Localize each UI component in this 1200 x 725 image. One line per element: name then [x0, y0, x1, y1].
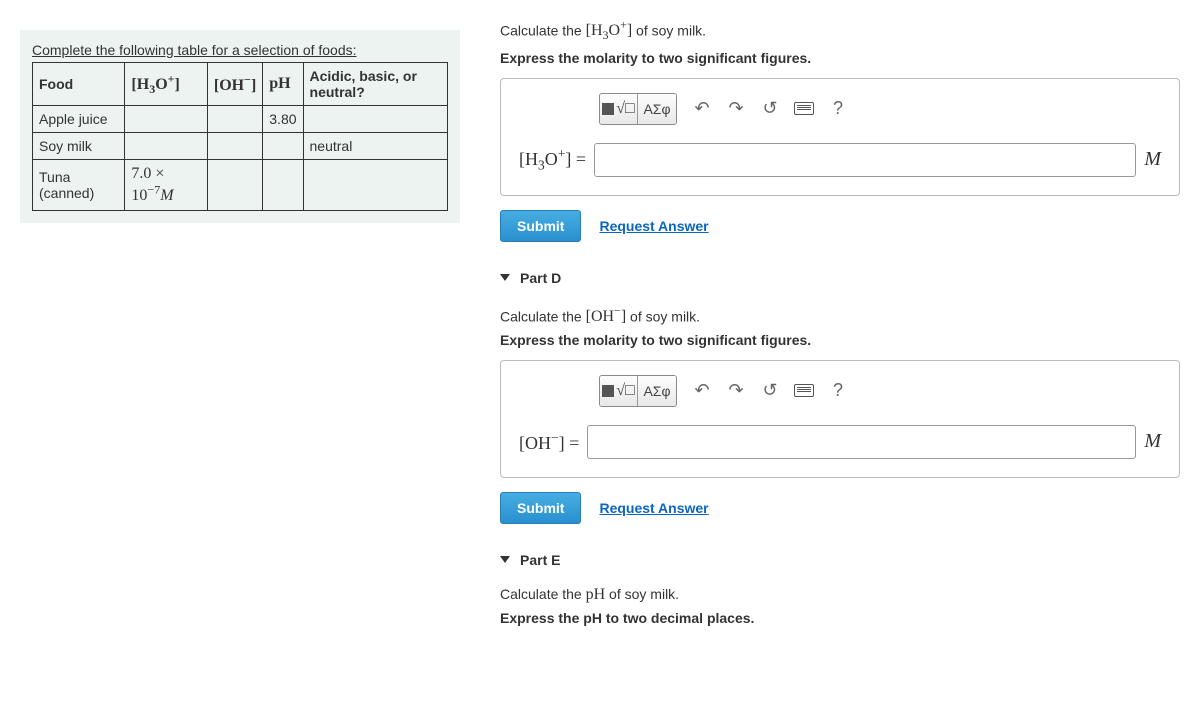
th-h3o: [H3O+] [125, 63, 207, 106]
submit-button-d[interactable]: Submit [500, 492, 581, 524]
templates-button[interactable]: √□ [600, 94, 638, 124]
part-c-prompt: Calculate the [H3O+] of soy milk. [500, 18, 1180, 44]
question-table-panel: Complete the following table for a selec… [20, 30, 460, 223]
equation-toolbar: √□ ΑΣφ ↶ ↷ ↺ ? [599, 375, 855, 407]
templates-button[interactable]: √□ [600, 376, 638, 406]
greek-button[interactable]: ΑΣφ [638, 94, 676, 124]
redo-button[interactable]: ↷ [719, 376, 753, 406]
part-d-title: Part D [520, 270, 561, 286]
chevron-down-icon [500, 556, 510, 563]
help-button[interactable]: ? [821, 376, 855, 406]
part-d-prompt: Calculate the [OH−] of soy milk. [500, 304, 1180, 326]
unit-c: M [1144, 148, 1161, 171]
reset-button[interactable]: ↺ [753, 376, 787, 406]
equation-toolbar: √□ ΑΣφ ↶ ↷ ↺ ? [599, 93, 855, 125]
part-d-section: Calculate the [OH−] of soy milk. Express… [500, 304, 1180, 524]
cell-oh [207, 133, 262, 160]
unit-d: M [1144, 430, 1161, 453]
cell-abn [303, 106, 447, 133]
cell-h3o [125, 133, 207, 160]
th-abn: Acidic, basic, or neutral? [303, 63, 447, 106]
redo-button[interactable]: ↷ [719, 94, 753, 124]
table-row: Soy milk neutral [33, 133, 448, 160]
help-button[interactable]: ? [821, 94, 855, 124]
answer-input-c[interactable] [594, 143, 1136, 177]
cell-abn: neutral [303, 133, 447, 160]
greek-button[interactable]: ΑΣφ [638, 376, 676, 406]
part-e-prompt: Calculate the pH of soy milk. [500, 586, 1180, 604]
cell-abn [303, 160, 447, 211]
request-answer-link-c[interactable]: Request Answer [599, 218, 708, 234]
th-oh: [OH−] [207, 63, 262, 106]
answer-input-d[interactable] [587, 425, 1136, 459]
keyboard-button[interactable] [787, 376, 821, 406]
cell-ph: 3.80 [263, 106, 303, 133]
keyboard-button[interactable] [787, 94, 821, 124]
undo-button[interactable]: ↶ [685, 94, 719, 124]
answer-label-c: [H3O+] = [519, 146, 586, 174]
table-row: Tuna (canned) 7.0 × 10−7M [33, 160, 448, 211]
undo-button[interactable]: ↶ [685, 376, 719, 406]
cell-food: Apple juice [33, 106, 125, 133]
th-food: Food [33, 63, 125, 106]
answer-box-d: √□ ΑΣφ ↶ ↷ ↺ ? [OH−] = M [500, 360, 1180, 478]
table-row: Apple juice 3.80 [33, 106, 448, 133]
cell-h3o [125, 106, 207, 133]
cell-ph [263, 133, 303, 160]
request-answer-link-d[interactable]: Request Answer [599, 500, 708, 516]
table-caption: Complete the following table for a selec… [32, 42, 448, 58]
part-e-header[interactable]: Part E [500, 552, 1180, 568]
part-d-instr: Express the molarity to two significant … [500, 332, 1180, 348]
part-e-title: Part E [520, 552, 560, 568]
cell-oh [207, 106, 262, 133]
part-c-section: Calculate the [H3O+] of soy milk. Expres… [500, 18, 1180, 242]
part-c-instr: Express the molarity to two significant … [500, 50, 1180, 66]
cell-h3o: 7.0 × 10−7M [125, 160, 207, 211]
part-e-section: Calculate the pH of soy milk. Express th… [500, 586, 1180, 626]
answer-box-c: √□ ΑΣφ ↶ ↷ ↺ ? [H3O+] = M [500, 78, 1180, 196]
cell-ph [263, 160, 303, 211]
cell-food: Tuna (canned) [33, 160, 125, 211]
th-ph: pH [263, 63, 303, 106]
submit-button-c[interactable]: Submit [500, 210, 581, 242]
cell-food: Soy milk [33, 133, 125, 160]
reset-button[interactable]: ↺ [753, 94, 787, 124]
answer-label-d: [OH−] = [519, 430, 579, 454]
part-e-instr: Express the pH to two decimal places. [500, 610, 1180, 626]
foods-table: Food [H3O+] [OH−] pH Acidic, basic, or n… [32, 62, 448, 211]
part-d-header[interactable]: Part D [500, 270, 1180, 286]
chevron-down-icon [500, 274, 510, 281]
cell-oh [207, 160, 262, 211]
